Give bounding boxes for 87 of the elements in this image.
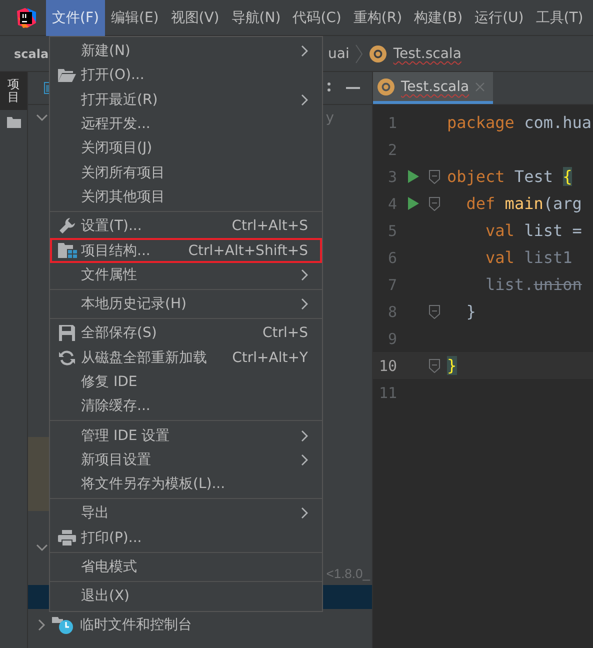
line-number: 8 [386,302,397,320]
menu-bar-item[interactable]: 编辑(E) [104,0,165,36]
breadcrumb-separator-icon [355,44,364,64]
menu-item[interactable]: 打开最近(R) [50,88,322,112]
line-number: 3 [386,168,397,186]
menu-item[interactable]: 省电模式 [50,554,322,580]
run-icon[interactable] [408,197,418,210]
app-logo-icon[interactable] [15,6,37,28]
line-number: 1 [386,114,397,132]
code-token: } [465,302,476,321]
shortcut-text: Ctrl+Alt+Y [232,350,308,366]
menu-item[interactable]: 清除缓存... [50,394,322,418]
object-icon [369,44,388,62]
code-token: com.hua [523,113,592,132]
code-token: list. [484,275,534,294]
reload-icon [59,350,75,366]
folder-icon [58,68,76,82]
menu-item[interactable]: 退出(X) [50,584,322,609]
folder-grid-icon [58,243,76,258]
code-token: union [534,275,582,294]
menu-item[interactable]: 设置(T)... Ctrl+Alt+S [50,214,322,238]
menu-item[interactable]: 管理 IDE 设置 [50,423,322,448]
code-token: list = [523,221,582,240]
menu-item[interactable]: 修复 IDE [50,370,322,394]
project-tool-tab[interactable]: 项目 [0,72,27,110]
shortcut-text: Ctrl+Alt+S [232,218,308,234]
menu-item[interactable]: 远程开发... [50,112,322,136]
code-token: main [504,194,544,213]
menu-item[interactable]: 打印(P)... [50,526,322,550]
menu-item[interactable]: 新建(N) [50,39,322,64]
code-token: { [562,167,572,186]
menu-bar-item[interactable]: 导航(N) [225,0,287,36]
menu-bar-item[interactable]: 重构(R) [347,0,408,36]
chevron-down-icon[interactable] [36,544,48,552]
code-token: object [447,167,505,186]
line-number: 10 [378,356,397,374]
wrench-icon [59,218,75,234]
code-token: package [447,113,514,132]
line-number: 5 [386,222,397,240]
menu-item[interactable]: 导出 [50,501,322,526]
code-token: val [484,221,514,240]
shortcut-text: Ctrl+S [262,325,308,342]
breadcrumb-package[interactable]: uai [328,46,350,62]
line-number: 6 [386,248,397,266]
menu-item[interactable]: 关闭其他项目 [50,184,322,210]
breadcrumb-file[interactable]: Test.scala [393,46,462,62]
fold-marker-icon[interactable] [429,358,440,372]
tree-item-text[interactable]: 临时文件和控制台 [80,616,192,634]
menu-bar-item[interactable]: 文件(F) [46,0,105,36]
menu-bar-item[interactable]: 工具(T) [530,0,590,36]
chevron-down-icon[interactable] [36,114,48,122]
menu-bar-item[interactable]: 构建(B) [408,0,469,36]
editor-tab[interactable]: Test.scala [373,72,494,104]
menu-item[interactable]: 项目结构... Ctrl+Alt+Shift+S [50,238,322,263]
menu-item[interactable]: 关闭所有项目 [50,160,322,185]
printer-icon [58,530,76,546]
code-token: def [465,194,496,213]
line-number: 2 [386,140,397,158]
menu-item[interactable]: 将文件另存为模板(L)... [50,472,322,496]
folder-icon[interactable] [6,116,20,128]
menu-bar-item[interactable]: 代码(C) [286,0,348,36]
object-icon [377,78,395,96]
scratch-clock-icon [52,616,74,634]
menu-item[interactable]: 从磁盘全部重新加载 Ctrl+Alt+Y [50,346,322,370]
fold-marker-icon[interactable] [429,170,440,184]
fold-marker-icon[interactable] [429,196,440,210]
code-token: val [484,248,514,267]
line-number: 4 [386,194,397,212]
code-token: list1 [523,248,572,267]
shortcut-text: Ctrl+Alt+Shift+S [188,242,308,259]
menu-item[interactable]: 本地历史记录(H) [50,292,322,316]
run-icon[interactable] [408,170,418,183]
fold-marker-icon[interactable] [429,304,440,318]
line-number: 7 [386,276,397,294]
menu-bar-item[interactable]: 视图(V) [164,0,226,36]
chevron-right-icon[interactable] [38,619,46,631]
line-number: 9 [386,330,397,348]
menu-bar-item[interactable]: 运行(U) [468,0,530,36]
menu-item[interactable]: 关闭项目(J) [50,136,322,160]
line-number: 11 [378,384,397,402]
menu-item[interactable]: 文件属性 [50,262,322,287]
code-token: (arg [543,194,582,213]
code-token: } [447,356,457,375]
menu-item[interactable]: 全部保存(S) Ctrl+S [50,321,322,346]
menu-item[interactable]: 新项目设置 [50,448,322,472]
code-token: Test [513,167,554,186]
menu-item[interactable]: 打开(O)... [50,63,322,88]
